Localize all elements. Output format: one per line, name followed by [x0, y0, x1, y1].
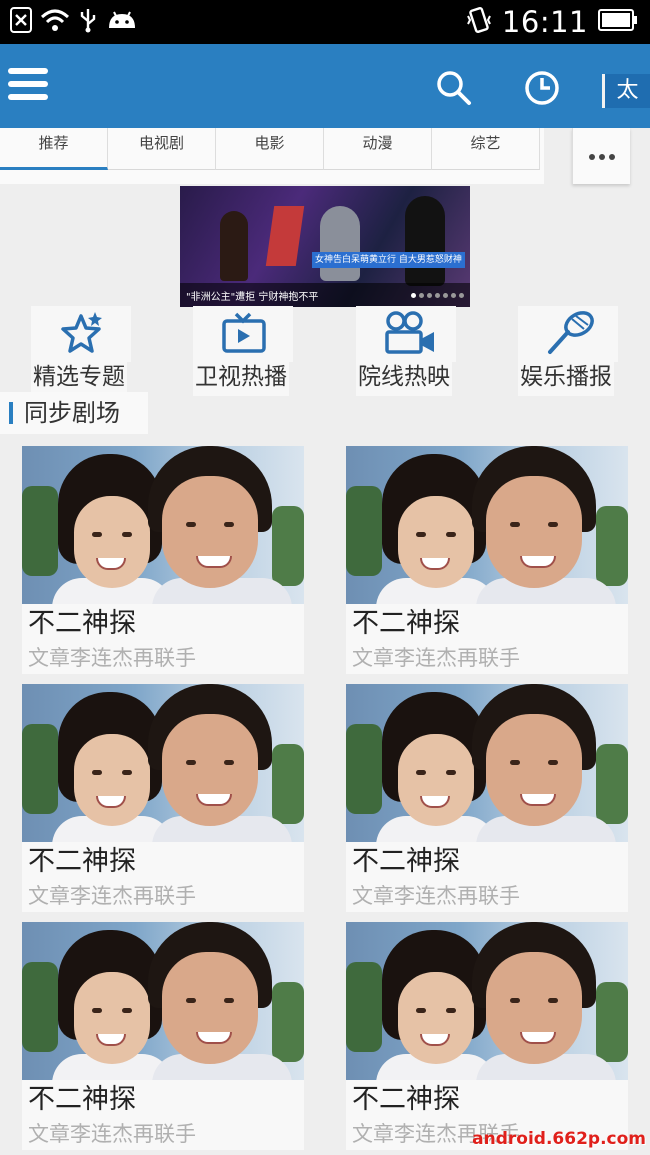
tab-anime[interactable]: 动漫 [324, 128, 432, 170]
video-card[interactable]: 不二神探 文章李连杰再联手 [22, 684, 304, 912]
wifi-icon [40, 8, 70, 36]
vibrate-icon [466, 6, 492, 38]
history-icon[interactable] [524, 70, 560, 106]
tab-movies[interactable]: 电影 [216, 128, 324, 170]
video-title: 不二神探 [352, 608, 460, 639]
category-label: 院线热映 [356, 360, 452, 396]
video-card[interactable]: 不二神探 文章李连杰再联手 [22, 922, 304, 1150]
video-thumbnail [22, 922, 304, 1080]
status-bar: 16:11 [0, 0, 650, 44]
status-right-icons: 16:11 [466, 5, 638, 39]
android-icon [106, 8, 138, 36]
video-title: 不二神探 [28, 608, 136, 639]
banner-overlay-tag: 女神告白呆萌黄立行 自大男惹怒财神 [312, 252, 465, 268]
tv-channel-label: 太 [616, 78, 639, 103]
banner-pager [411, 293, 464, 298]
section-accent-bar [9, 402, 13, 424]
video-subtitle: 文章李连杰再联手 [352, 646, 520, 670]
banner-caption: "非洲公主"遭拒 宁财神抱不平 [186, 292, 319, 303]
video-thumbnail [346, 446, 628, 604]
promo-banner[interactable]: 女神告白呆萌黄立行 自大男惹怒财神 "非洲公主"遭拒 宁财神抱不平 [180, 186, 470, 307]
section-title: 同步剧场 [24, 399, 120, 427]
video-card[interactable]: 不二神探 文章李连杰再联手 [22, 446, 304, 674]
watermark: android.662p.com [472, 1129, 646, 1149]
video-title: 不二神探 [28, 846, 136, 877]
category-label: 精选专题 [31, 360, 127, 396]
video-card[interactable]: 不二神探 文章李连杰再联手 [346, 922, 628, 1150]
search-icon[interactable] [436, 70, 472, 106]
category-featured-topics[interactable]: 精选专题 [31, 306, 141, 396]
category-label: 卫视热播 [193, 360, 289, 396]
video-title: 不二神探 [352, 1084, 460, 1115]
video-thumbnail [22, 684, 304, 842]
usb-icon [78, 7, 98, 37]
video-thumbnail [346, 922, 628, 1080]
microphone-icon [548, 311, 594, 354]
menu-icon[interactable] [6, 68, 50, 104]
star-icon [61, 312, 102, 353]
category-label: 娱乐播报 [518, 360, 614, 396]
tab-variety[interactable]: 综艺 [432, 128, 540, 170]
video-subtitle: 文章李连杰再联手 [28, 884, 196, 908]
tv-icon [222, 312, 266, 353]
tab-tv-series[interactable]: 电视剧 [108, 128, 216, 170]
video-thumbnail [22, 446, 304, 604]
more-dots-icon [589, 154, 595, 160]
video-card[interactable]: 不二神探 文章李连杰再联手 [346, 446, 628, 674]
video-subtitle: 文章李连杰再联手 [28, 1122, 196, 1146]
video-subtitle: 文章李连杰再联手 [352, 884, 520, 908]
status-left-icons [10, 7, 138, 37]
video-title: 不二神探 [28, 1084, 136, 1115]
video-title: 不二神探 [352, 846, 460, 877]
category-cinema-hits[interactable]: 院线热映 [356, 306, 466, 396]
category-tabs: 推荐 电视剧 电影 动漫 综艺 [0, 128, 544, 184]
tab-recommended[interactable]: 推荐 [0, 128, 108, 170]
video-thumbnail [346, 684, 628, 842]
category-satellite-tv[interactable]: 卫视热播 [193, 306, 303, 396]
video-card[interactable]: 不二神探 文章李连杰再联手 [346, 684, 628, 912]
movie-camera-icon [385, 311, 434, 354]
app-header: 太 [0, 44, 650, 128]
tv-channel-button[interactable]: 太 [602, 74, 650, 108]
section-header: 同步剧场 [0, 392, 148, 434]
category-entertainment-news[interactable]: 娱乐播报 [518, 306, 628, 396]
more-tabs-button[interactable] [572, 128, 630, 184]
battery-icon [598, 8, 638, 36]
video-subtitle: 文章李连杰再联手 [28, 646, 196, 670]
clock-time: 16:11 [501, 5, 588, 39]
no-sim-icon [10, 7, 32, 37]
